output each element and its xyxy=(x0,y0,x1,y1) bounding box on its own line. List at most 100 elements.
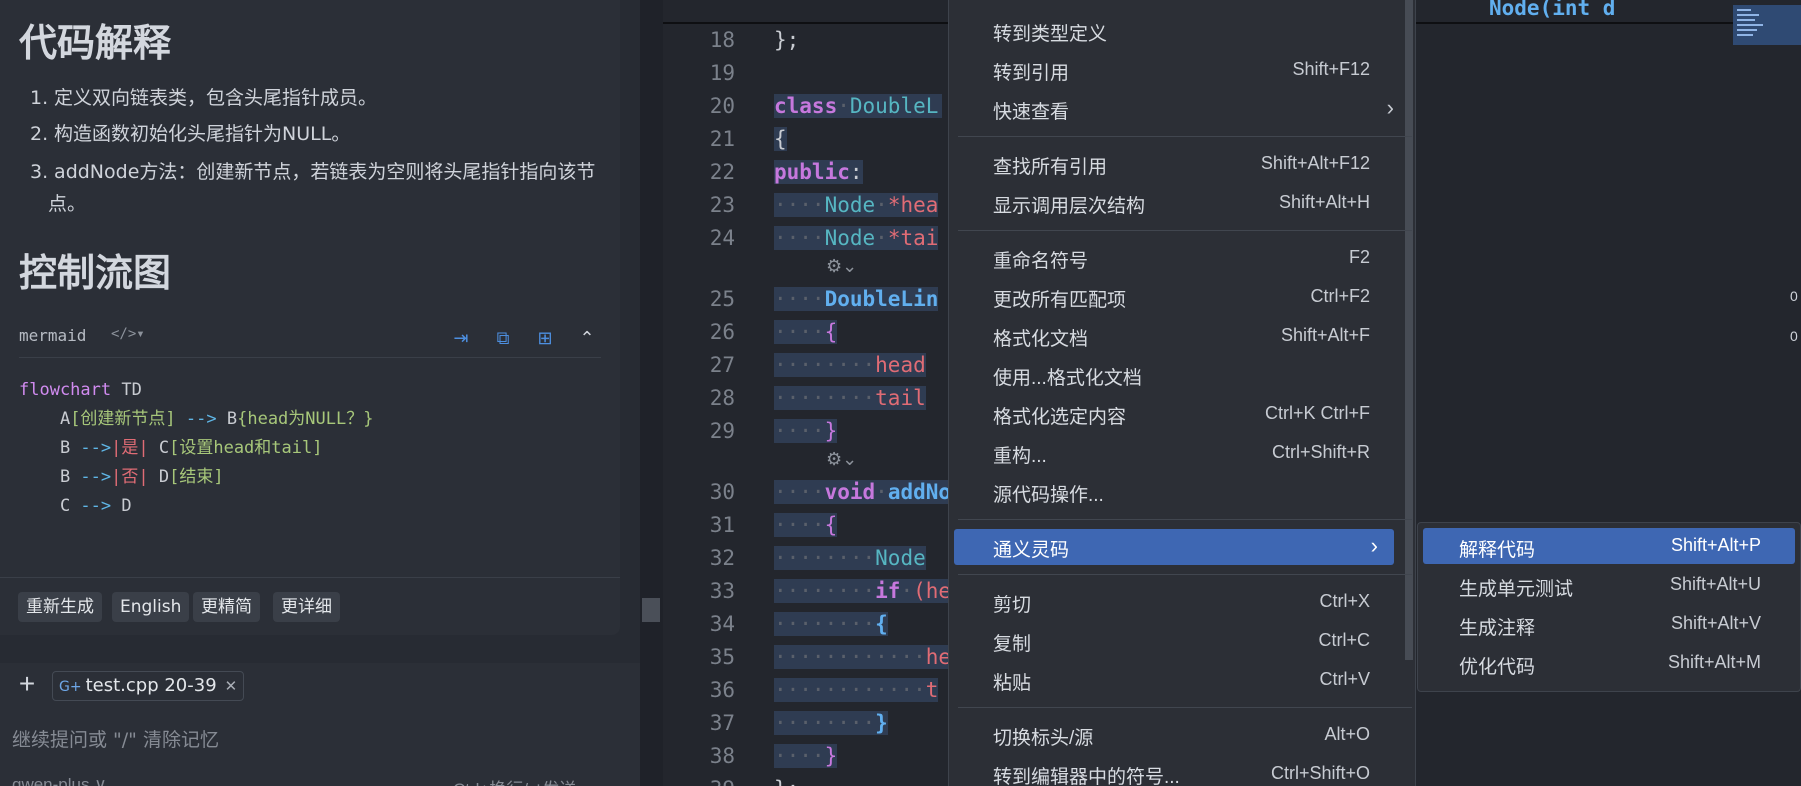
menu-separator xyxy=(958,574,1412,575)
menu-separator xyxy=(958,136,1412,137)
code-language: mermaid xyxy=(19,326,87,345)
collapse-icon[interactable]: ⌃ xyxy=(573,324,601,352)
section-title-explanation: 代码解释 xyxy=(19,21,172,65)
cpp-file-icon: G+ xyxy=(59,679,82,695)
menu-item-format-document-with[interactable]: 使用...格式化文档 xyxy=(948,357,1416,393)
line-number: 39 xyxy=(680,777,735,786)
code-line: ····void·addNo xyxy=(774,480,952,504)
code-line: ········{ xyxy=(774,612,888,636)
menu-item-cut[interactable]: 剪切 Ctrl+X xyxy=(948,584,1416,620)
view-toggle-icon[interactable]: </>▾ xyxy=(111,326,145,342)
menu-separator xyxy=(958,707,1412,708)
submenu-item-optimize-code[interactable]: 优化代码 Shift+Alt+M xyxy=(1423,645,1795,681)
divider xyxy=(0,577,620,578)
menu-item-switch-header-source[interactable]: 切换标头/源 Alt+O xyxy=(948,717,1416,753)
menu-item-refactor[interactable]: 重构... Ctrl+Shift+R xyxy=(948,435,1416,471)
line-number: 38 xyxy=(709,744,735,768)
code-line: ········} xyxy=(774,711,888,735)
menu-item-source-action[interactable]: 源代码操作... xyxy=(948,474,1416,510)
line-number: 28 xyxy=(709,386,735,410)
code-line: }; xyxy=(774,28,800,52)
menu-item-tongyi-lingma[interactable]: 通义灵码 › xyxy=(954,529,1394,565)
code-line: ····Node·*hea xyxy=(774,193,939,217)
copy-icon[interactable]: ⧉ xyxy=(489,324,517,352)
code-line: ········if·(he xyxy=(774,579,952,603)
regenerate-button[interactable]: 重新生成 xyxy=(18,592,102,622)
code-line: ············t xyxy=(774,678,939,702)
list-item: 1. 定义双向链表类，包含头尾指针成员。 xyxy=(30,87,378,109)
code-line: ········tail xyxy=(774,386,926,410)
line-number: 32 xyxy=(709,546,735,570)
line-number: 35 xyxy=(709,645,735,669)
scrollbar-thumb[interactable] xyxy=(642,598,660,622)
submenu-item-generate-comment[interactable]: 生成注释 Shift+Alt+V xyxy=(1423,606,1795,642)
submenu-item-explain-code[interactable]: 解释代码 Shift+Alt+P xyxy=(1423,528,1795,564)
code-line: ····{ xyxy=(774,320,838,344)
line-number: 24 xyxy=(709,226,735,250)
panel-gutter xyxy=(640,0,663,786)
menu-item-rename-symbol[interactable]: 重命名符号 F2 xyxy=(948,240,1416,276)
line-number: 23 xyxy=(709,193,735,217)
close-icon[interactable]: ✕ xyxy=(225,677,238,695)
line-number: 22 xyxy=(709,160,735,184)
minimap[interactable] xyxy=(1733,5,1801,45)
section-title-flowchart: 控制流图 xyxy=(19,251,172,295)
line-number: 30 xyxy=(709,480,735,504)
code-line: ····DoubleLin xyxy=(774,287,939,311)
code-line: ········Node xyxy=(774,546,926,570)
line-number: 34 xyxy=(709,612,735,636)
line-number: 33 xyxy=(709,579,735,603)
line-number: 19 xyxy=(709,61,735,85)
code-line: }; xyxy=(774,777,799,786)
line-number: 29 xyxy=(709,419,735,443)
more-concise-button[interactable]: 更精简 xyxy=(193,592,260,622)
code-block-header: mermaid </>▾ ⇥ ⧉ ⊞ ⌃ xyxy=(19,318,601,358)
menu-item-find-all-references[interactable]: 查找所有引用 Shift+Alt+F12 xyxy=(948,146,1416,182)
line-number: 21 xyxy=(709,127,735,151)
menu-item-format-document[interactable]: 格式化文档 Shift+Alt+F xyxy=(948,318,1416,354)
mermaid-code: flowchart TD A[创建新节点] --> B{head为NULL？} … xyxy=(19,380,374,516)
code-line: ····} xyxy=(774,744,838,768)
menu-item-go-to-symbol[interactable]: 转到编辑器中的符号... Ctrl+Shift+O xyxy=(948,756,1416,786)
menu-item-copy[interactable]: 复制 Ctrl+C xyxy=(948,623,1416,659)
submenu-item-generate-unit-test[interactable]: 生成单元测试 Shift+Alt+U xyxy=(1423,567,1795,603)
menu-item-show-call-hierarchy[interactable]: 显示调用层次结构 Shift+Alt+H xyxy=(948,185,1416,221)
chat-input[interactable]: 继续提问或 "/" 清除记忆 xyxy=(12,725,219,752)
menu-item-paste[interactable]: 粘贴 Ctrl+V xyxy=(948,662,1416,698)
line-number: 36 xyxy=(709,678,735,702)
code-line: class·DoubleL xyxy=(774,94,943,118)
code-line: public: xyxy=(774,160,863,184)
code-line: { xyxy=(774,127,787,151)
line-number: 26 xyxy=(709,320,735,344)
line-number: 25 xyxy=(709,287,735,311)
more-detailed-button[interactable]: 更详细 xyxy=(273,592,340,622)
line-number: 20 xyxy=(709,94,735,118)
chevron-right-icon: › xyxy=(1370,533,1378,558)
add-context-button[interactable]: + xyxy=(12,670,42,700)
list-item: 2. 构造函数初始化头尾指针为NULL。 xyxy=(30,123,351,145)
line-number: 31 xyxy=(709,513,735,537)
menu-item-format-selection[interactable]: 格式化选定内容 Ctrl+K Ctrl+F xyxy=(948,396,1416,432)
model-select[interactable]: qwen-plus ∨ xyxy=(12,775,107,786)
menu-separator xyxy=(958,230,1412,231)
menu-item-go-to-references[interactable]: 转到引用 Shift+F12 xyxy=(948,52,1416,88)
code-line: ············he xyxy=(774,645,952,669)
code-line: ········head xyxy=(774,353,926,377)
menu-item-peek[interactable]: 快速查看 › xyxy=(948,91,1416,127)
insert-icon[interactable]: ⇥ xyxy=(447,324,475,352)
context-file-chip[interactable]: G+ test.cpp 20-39 ✕ xyxy=(52,671,245,701)
code-line: ····{ xyxy=(774,513,838,537)
line-number: 18 xyxy=(709,28,735,52)
english-button[interactable]: English xyxy=(112,592,190,622)
menu-item-change-all-occurrences[interactable]: 更改所有匹配项 Ctrl+F2 xyxy=(948,279,1416,315)
menu-item-go-to-type-definition[interactable]: 转到类型定义 xyxy=(948,13,1416,49)
codelens-icon[interactable]: ⚙⌄ xyxy=(826,256,857,277)
list-item: 3. addNode方法：创建新节点，若链表为空则将头尾指针指向该节 xyxy=(30,161,596,183)
codelens-icon[interactable]: ⚙⌄ xyxy=(826,449,857,470)
new-file-icon[interactable]: ⊞ xyxy=(531,324,559,352)
list-item-continued: 点。 xyxy=(48,193,87,215)
code-line: ····Node·*tai xyxy=(774,226,939,250)
chevron-right-icon: › xyxy=(1386,95,1394,120)
menu-separator xyxy=(958,519,1412,520)
indicator: 0 xyxy=(1790,288,1798,304)
